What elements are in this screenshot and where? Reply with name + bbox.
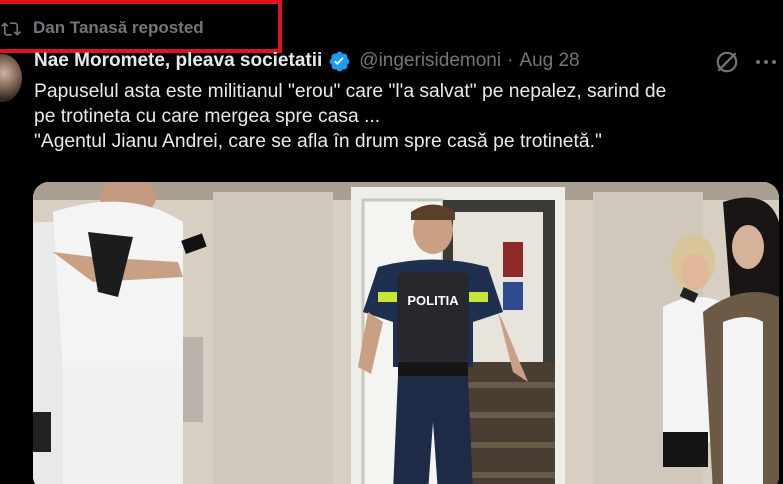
tweet-text: Papuselul asta este militianul "erou" ca… [34, 79, 779, 154]
grok-icon[interactable] [714, 49, 740, 75]
repost-icon [1, 22, 21, 36]
tweet-date[interactable]: Aug 28 [519, 50, 579, 72]
tweet-text-line: pe trotineta cu care mergea spre casa ..… [34, 106, 381, 127]
tweet-text-line: Papuselul asta este militianul "erou" ca… [34, 81, 667, 102]
vest-label: POLITIA [407, 293, 459, 308]
author-handle[interactable]: @ingerisidemoni [359, 50, 501, 72]
separator: · [507, 50, 514, 71]
repost-label[interactable]: Dan Tanasă reposted [33, 18, 204, 38]
tweet-media-photo[interactable]: POLITIA [33, 182, 779, 484]
verified-badge-icon[interactable] [328, 50, 351, 73]
tweet-header: Nae Moromete, pleava societatii @ingeris… [34, 48, 580, 74]
avatar[interactable] [0, 54, 22, 102]
photo-scene: POLITIA [33, 182, 779, 484]
author-name[interactable]: Nae Moromete, pleava societatii [34, 50, 322, 72]
tweet-text-line: "Agentul Jianu Andrei, care se afla în d… [34, 131, 602, 152]
more-icon[interactable] [754, 52, 778, 72]
